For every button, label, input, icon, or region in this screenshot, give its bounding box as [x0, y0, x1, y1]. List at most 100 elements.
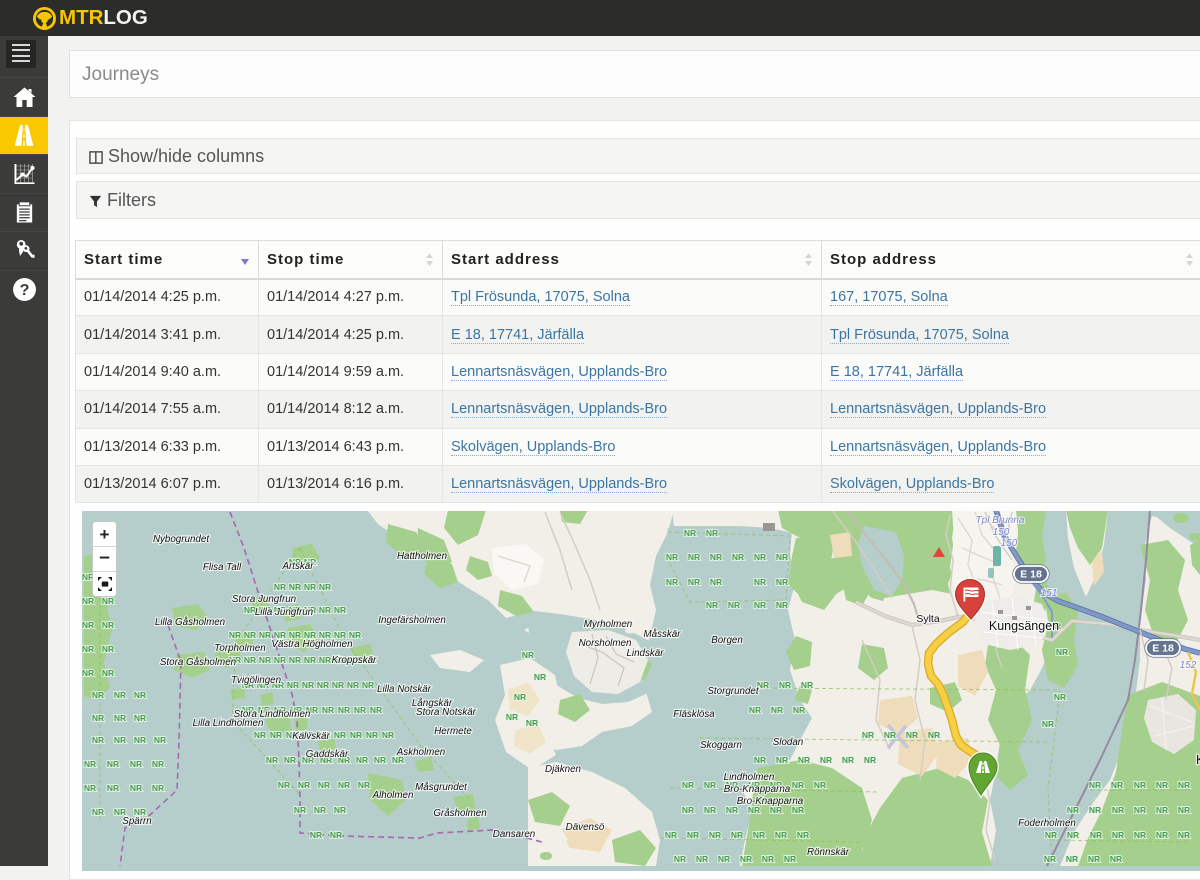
- svg-text:NR: NR: [682, 805, 694, 815]
- svg-text:NR: NR: [797, 830, 809, 840]
- svg-text:NR: NR: [506, 712, 518, 722]
- svg-text:Måsgrundet: Måsgrundet: [415, 782, 468, 793]
- svg-text:Lindskär: Lindskär: [626, 648, 664, 659]
- svg-text:Foderholmen: Foderholmen: [1018, 818, 1076, 829]
- svg-text:NR: NR: [338, 780, 350, 790]
- svg-text:NR: NR: [289, 582, 301, 592]
- svg-text:NR: NR: [1156, 780, 1168, 790]
- svg-text:NR: NR: [317, 680, 329, 690]
- svg-text:NR: NR: [776, 577, 788, 587]
- svg-text:NR: NR: [1089, 780, 1101, 790]
- svg-text:NR: NR: [152, 759, 164, 769]
- svg-text:NR: NR: [906, 730, 918, 740]
- svg-text:NR: NR: [1090, 830, 1102, 840]
- svg-text:NR: NR: [754, 577, 766, 587]
- svg-text:NR: NR: [665, 830, 677, 840]
- svg-text:Sylta: Sylta: [916, 613, 940, 625]
- svg-text:NR: NR: [771, 705, 783, 715]
- svg-text:NR: NR: [1067, 830, 1079, 840]
- svg-text:NR: NR: [102, 668, 114, 678]
- svg-text:NR: NR: [1044, 854, 1056, 864]
- svg-text:NR: NR: [687, 830, 699, 840]
- svg-text:Måsskär: Måsskär: [643, 629, 681, 640]
- svg-text:NR: NR: [319, 605, 331, 615]
- svg-text:NR: NR: [289, 655, 301, 665]
- svg-text:NR: NR: [754, 552, 766, 562]
- svg-text:NR: NR: [298, 780, 310, 790]
- svg-text:NR: NR: [347, 680, 359, 690]
- svg-text:NR: NR: [1066, 854, 1078, 864]
- svg-text:NR: NR: [82, 668, 94, 678]
- svg-text:NR: NR: [310, 830, 322, 840]
- svg-text:152: 152: [1180, 660, 1197, 671]
- svg-text:NR: NR: [704, 805, 716, 815]
- svg-text:Storgrundet: Storgrundet: [707, 686, 759, 697]
- svg-text:NR: NR: [754, 755, 766, 765]
- svg-text:Hattholmen: Hattholmen: [397, 551, 447, 562]
- svg-text:NR: NR: [775, 830, 787, 840]
- svg-text:NR: NR: [259, 655, 271, 665]
- svg-text:NR: NR: [928, 730, 940, 740]
- svg-text:Slodan: Slodan: [773, 737, 804, 748]
- svg-text:NR: NR: [1134, 830, 1146, 840]
- svg-text:NR: NR: [319, 655, 331, 665]
- svg-text:NR: NR: [710, 577, 722, 587]
- svg-text:NR: NR: [382, 730, 394, 740]
- svg-text:Tvigölingen: Tvigölingen: [231, 675, 281, 686]
- svg-text:Kalvskär: Kalvskär: [292, 731, 330, 742]
- svg-text:NR: NR: [696, 854, 708, 864]
- svg-text:Nybogrundet: Nybogrundet: [153, 534, 210, 545]
- svg-text:NR: NR: [776, 552, 788, 562]
- svg-text:NR: NR: [358, 780, 370, 790]
- svg-text:Ka: Ka: [1196, 753, 1200, 767]
- svg-text:NR: NR: [304, 582, 316, 592]
- svg-text:Artskär: Artskär: [281, 561, 314, 572]
- svg-text:NR: NR: [749, 705, 761, 715]
- svg-text:NR: NR: [864, 755, 876, 765]
- svg-text:NR: NR: [1112, 805, 1124, 815]
- svg-text:NR: NR: [274, 582, 286, 592]
- svg-text:NR: NR: [314, 805, 326, 815]
- svg-text:NR: NR: [270, 730, 282, 740]
- svg-text:NR: NR: [1110, 854, 1122, 864]
- svg-text:Lilla Jungfrun: Lilla Jungfrun: [255, 607, 313, 618]
- svg-text:NR: NR: [114, 690, 126, 700]
- svg-text:NR: NR: [1088, 854, 1100, 864]
- svg-text:NR: NR: [107, 759, 119, 769]
- svg-text:Gråsholmen: Gråsholmen: [433, 808, 486, 819]
- svg-text:NR: NR: [330, 830, 342, 840]
- svg-text:NR: NR: [92, 735, 104, 745]
- svg-text:NR: NR: [1045, 830, 1057, 840]
- svg-text:NR: NR: [1156, 830, 1168, 840]
- svg-text:150: 150: [1001, 538, 1018, 549]
- svg-text:Kungsängen: Kungsängen: [989, 619, 1059, 633]
- svg-text:NR: NR: [704, 780, 716, 790]
- svg-text:NR: NR: [134, 690, 146, 700]
- svg-text:NR: NR: [366, 730, 378, 740]
- svg-text:?: ?: [19, 281, 29, 299]
- svg-text:NR: NR: [244, 655, 256, 665]
- svg-text:NR: NR: [793, 705, 805, 715]
- svg-text:NR: NR: [92, 690, 104, 700]
- svg-text:NR: NR: [1178, 780, 1190, 790]
- svg-text:NR: NR: [792, 780, 804, 790]
- svg-text:Lindholmen: Lindholmen: [724, 772, 775, 783]
- svg-text:NR: NR: [284, 755, 296, 765]
- svg-text:NR: NR: [266, 755, 278, 765]
- svg-text:NR: NR: [706, 600, 718, 610]
- svg-text:NR: NR: [114, 713, 126, 723]
- svg-text:NR: NR: [1178, 830, 1190, 840]
- svg-text:NR: NR: [709, 830, 721, 840]
- svg-text:NR: NR: [82, 644, 94, 654]
- svg-text:NR: NR: [732, 552, 744, 562]
- svg-text:Askholmen: Askholmen: [396, 747, 445, 758]
- svg-text:NR: NR: [688, 552, 700, 562]
- svg-text:Lilla Gåsholmen: Lilla Gåsholmen: [155, 617, 225, 628]
- svg-text:Ingefärsholmen: Ingefärsholmen: [378, 615, 446, 626]
- svg-text:NR: NR: [1111, 780, 1123, 790]
- svg-text:NR: NR: [814, 780, 826, 790]
- svg-text:NR: NR: [526, 718, 538, 728]
- svg-text:Myrholmen: Myrholmen: [584, 619, 632, 630]
- svg-text:NR: NR: [710, 552, 722, 562]
- svg-text:NR: NR: [779, 680, 791, 690]
